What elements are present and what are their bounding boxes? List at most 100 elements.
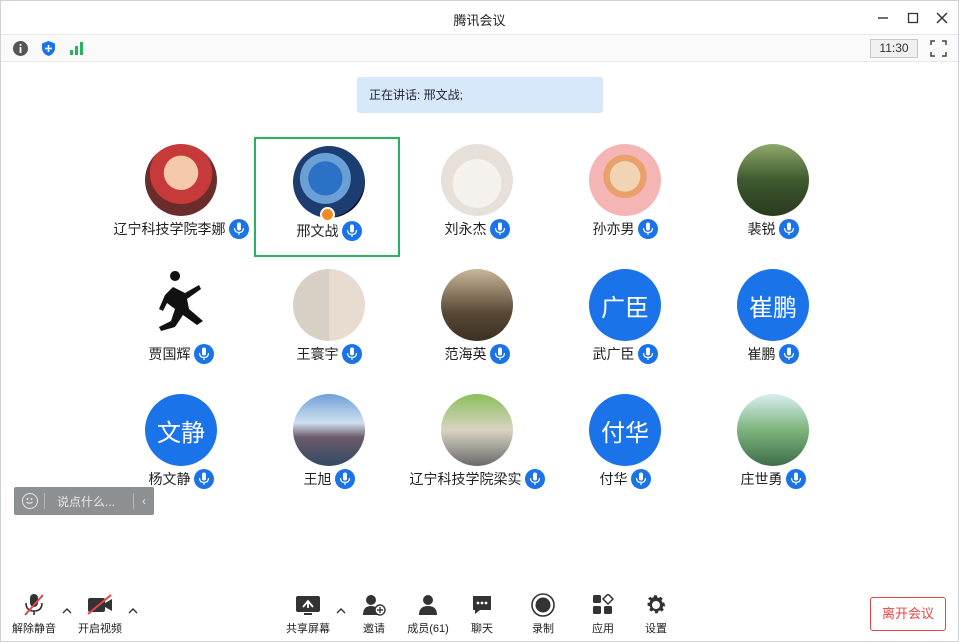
participant-name: 付华 <box>599 471 628 487</box>
avatar-initials: 崔鹏 <box>737 269 809 341</box>
participant-tile[interactable]: 崔鹏 崔鹏 <box>700 262 846 382</box>
close-icon[interactable] <box>933 9 951 27</box>
mic-icon <box>637 219 658 239</box>
mic-icon <box>341 221 362 241</box>
share-screen-button[interactable]: 共享屏幕 <box>280 592 336 638</box>
avatar <box>737 394 809 466</box>
apps-label: 应用 <box>592 623 614 635</box>
record-label: 录制 <box>532 623 554 635</box>
avatar <box>737 144 809 216</box>
participant-tile[interactable]: 贾国辉 <box>108 262 254 382</box>
speaking-indicator: 正在讲话: 邢文战; <box>357 77 603 113</box>
participant-tile[interactable]: 刘永杰 <box>404 137 550 257</box>
window-title: 腾讯会议 <box>453 13 506 28</box>
fullscreen-icon[interactable] <box>930 40 947 57</box>
invite-button[interactable]: 邀请 <box>346 592 402 638</box>
invite-label: 邀请 <box>363 623 385 635</box>
leave-meeting-button[interactable]: 离开会议 <box>870 597 946 631</box>
participant-name-row: 贾国辉 <box>108 344 254 364</box>
mic-icon <box>228 219 249 239</box>
participant-name: 邢文战 <box>296 223 339 239</box>
participant-tile[interactable]: 王寰宇 <box>256 262 402 382</box>
avatar <box>293 394 365 466</box>
apps-button[interactable]: 应用 <box>575 592 631 638</box>
avatar <box>145 269 217 341</box>
participant-tile[interactable]: 邢文战 <box>254 137 400 257</box>
participant-tile[interactable]: 广臣 武广臣 <box>552 262 698 382</box>
chat-placeholder: 说点什么... <box>57 494 116 509</box>
participant-name: 王寰宇 <box>296 346 339 362</box>
participant-name-row: 辽宁科技学院梁实 <box>404 469 550 489</box>
participant-name: 王旭 <box>303 471 332 487</box>
participant-name: 辽宁科技学院李娜 <box>113 221 226 237</box>
participant-tile[interactable]: 孙亦男 <box>552 137 698 257</box>
participant-name-row: 孙亦男 <box>552 219 698 239</box>
host-badge-icon <box>320 207 335 222</box>
participant-tile[interactable]: 范海英 <box>404 262 550 382</box>
info-icon[interactable] <box>11 39 29 57</box>
members-icon <box>400 592 456 618</box>
members-button[interactable]: 成员(61) <box>400 592 456 638</box>
participant-name: 杨文静 <box>148 471 191 487</box>
participant-tile[interactable]: 辽宁科技学院李娜 <box>108 137 254 257</box>
participant-name: 刘永杰 <box>444 221 487 237</box>
avatar <box>293 269 365 341</box>
participant-name: 贾国辉 <box>148 346 191 362</box>
mic-icon <box>785 469 806 489</box>
participant-name-row: 杨文静 <box>108 469 254 489</box>
participant-tile[interactable]: 裴锐 <box>700 137 846 257</box>
participant-name-row: 武广臣 <box>552 344 698 364</box>
participant-tile[interactable]: 付华 付华 <box>552 387 698 507</box>
video-off-icon <box>72 592 128 618</box>
mic-icon <box>489 219 510 239</box>
mic-icon <box>193 469 214 489</box>
participant-name: 孙亦男 <box>592 221 635 237</box>
participant-name-row: 王旭 <box>256 469 402 489</box>
participant-name-row: 庄世勇 <box>700 469 846 489</box>
participant-name: 庄世勇 <box>740 471 783 487</box>
participant-tile[interactable]: 庄世勇 <box>700 387 846 507</box>
participant-name: 范海英 <box>444 346 487 362</box>
maximize-icon[interactable] <box>904 9 922 27</box>
share-screen-icon <box>280 592 336 618</box>
video-options-chevron-icon[interactable] <box>127 604 139 616</box>
divider <box>44 493 45 509</box>
avatar <box>441 394 513 466</box>
avatar-initials: 文静 <box>145 394 217 466</box>
muted-mic-icon <box>6 592 62 618</box>
start-video-button[interactable]: 开启视频 <box>72 592 128 638</box>
participant-name: 裴锐 <box>747 221 776 237</box>
record-icon <box>515 592 571 618</box>
participant-name-row: 刘永杰 <box>404 219 550 239</box>
emoji-icon[interactable] <box>22 493 38 509</box>
share-screen-label: 共享屏幕 <box>286 623 330 635</box>
participant-name-row: 崔鹏 <box>700 344 846 364</box>
unmute-button[interactable]: 解除静音 <box>6 592 62 638</box>
start-video-label: 开启视频 <box>78 623 122 635</box>
participant-name: 武广臣 <box>592 346 635 362</box>
mic-icon <box>489 344 510 364</box>
settings-label: 设置 <box>645 623 667 635</box>
mic-icon <box>778 219 799 239</box>
apps-icon <box>575 592 631 618</box>
add-user-icon <box>346 592 402 618</box>
participant-tile[interactable]: 王旭 <box>256 387 402 507</box>
info-toolbar: 11:30 <box>1 34 958 62</box>
participant-name-row: 范海英 <box>404 344 550 364</box>
minimize-icon[interactable] <box>874 9 892 27</box>
title-bar: 腾讯会议 <box>1 1 958 34</box>
participant-tile[interactable]: 辽宁科技学院梁实 <box>404 387 550 507</box>
avatar <box>441 269 513 341</box>
collapse-chevron-icon[interactable]: ‹ <box>134 494 154 508</box>
chat-quick-input[interactable]: 说点什么... ‹ <box>14 487 154 515</box>
settings-button[interactable]: 设置 <box>628 592 684 638</box>
mic-icon <box>341 344 362 364</box>
network-signal-icon[interactable] <box>67 39 85 57</box>
avatar <box>589 144 661 216</box>
participant-name: 辽宁科技学院梁实 <box>409 471 522 487</box>
record-button[interactable]: 录制 <box>515 592 571 638</box>
participant-name-row: 裴锐 <box>700 219 846 239</box>
chat-button[interactable]: 聊天 <box>454 592 510 638</box>
security-shield-icon[interactable] <box>39 39 57 57</box>
mic-icon <box>524 469 545 489</box>
